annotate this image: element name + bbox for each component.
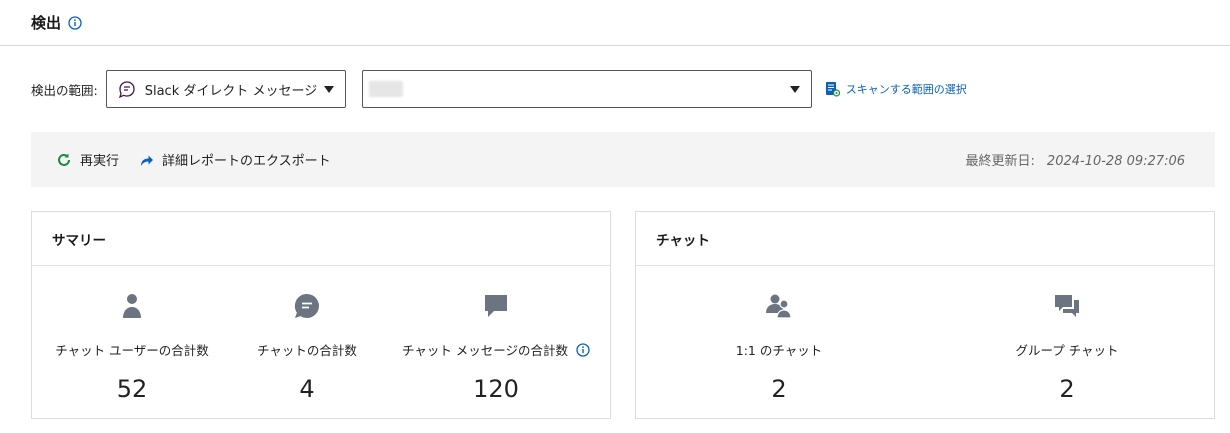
export-report-label: 詳細レポートのエクスポート — [162, 154, 331, 169]
stat-label-text: チャット メッセージの合計数 — [401, 343, 569, 358]
info-circle-icon[interactable] — [68, 15, 82, 30]
stat-total-chats: チャットの合計数 4 — [207, 292, 407, 403]
page-header: 検出 — [0, 0, 1230, 46]
summary-card: サマリー チャット ユーザーの合計数 52 チャットの合計数 4 チャット メッ… — [31, 211, 611, 419]
stat-one-on-one-chats: 1:1 のチャット 2 — [679, 292, 879, 403]
stat-value: 2 — [1059, 375, 1075, 403]
last-updated-time: 2024-10-28 09:27:06 — [1046, 154, 1185, 169]
users-icon — [679, 292, 879, 320]
scope-target-select[interactable] — [361, 70, 812, 108]
stat-label: チャット ユーザーの合計数 — [55, 343, 209, 358]
last-updated-label: 最終更新日: — [965, 154, 1035, 169]
document-settings-icon — [825, 81, 840, 97]
group-chat-icon — [967, 292, 1167, 320]
message-icon — [396, 292, 596, 320]
rerun-label: 再実行 — [80, 154, 120, 169]
scope-row: 検出の範囲: Slack ダイレクト メッセージ スキャンする範囲の選択 — [31, 70, 967, 108]
rerun-button[interactable]: 再実行 — [56, 150, 119, 169]
stat-group-chats: グループ チャット 2 — [967, 292, 1167, 403]
stat-value: 2 — [771, 375, 787, 403]
user-icon — [32, 292, 232, 320]
chat-card: チャット 1:1 のチャット 2 グループ チャット 2 — [635, 211, 1215, 419]
last-updated: 最終更新日: 2024-10-28 09:27:06 — [966, 150, 1185, 169]
page-title: 検出 — [31, 14, 62, 32]
share-arrow-icon — [139, 153, 154, 167]
chevron-down-icon — [323, 86, 334, 93]
refresh-icon — [56, 152, 72, 168]
scan-scope-link[interactable]: スキャンする範囲の選択 — [825, 81, 967, 97]
stat-total-chat-users: チャット ユーザーの合計数 52 — [32, 292, 232, 403]
stat-label: チャットの合計数 — [257, 343, 357, 358]
summary-card-title: サマリー — [32, 212, 610, 266]
action-toolbar: 再実行 詳細レポートのエクスポート 最終更新日: 2024-10-28 09:27… — [31, 132, 1215, 187]
stat-value: 4 — [299, 375, 315, 403]
stat-label: 1:1 のチャット — [735, 343, 823, 358]
scope-type-value: Slack ダイレクト メッセージ — [144, 83, 318, 99]
scan-scope-label: スキャンする範囲の選択 — [845, 83, 967, 96]
chat-card-title: チャット — [636, 212, 1214, 266]
stat-value: 52 — [116, 375, 148, 403]
stat-total-messages: チャット メッセージの合計数 120 — [396, 292, 596, 403]
export-report-button[interactable]: 詳細レポートのエクスポート — [139, 150, 331, 169]
stat-label: グループ チャット — [1015, 343, 1119, 358]
slack-icon — [117, 80, 137, 98]
info-circle-icon[interactable] — [576, 342, 590, 357]
redacted-value — [368, 81, 403, 97]
stat-label: チャット メッセージの合計数 — [396, 340, 596, 359]
chat-bubble-icon — [207, 292, 407, 320]
scope-type-select[interactable]: Slack ダイレクト メッセージ — [105, 70, 346, 108]
scope-label: 検出の範囲: — [31, 82, 98, 98]
stat-value: 120 — [473, 375, 519, 403]
chevron-down-icon — [789, 86, 800, 93]
